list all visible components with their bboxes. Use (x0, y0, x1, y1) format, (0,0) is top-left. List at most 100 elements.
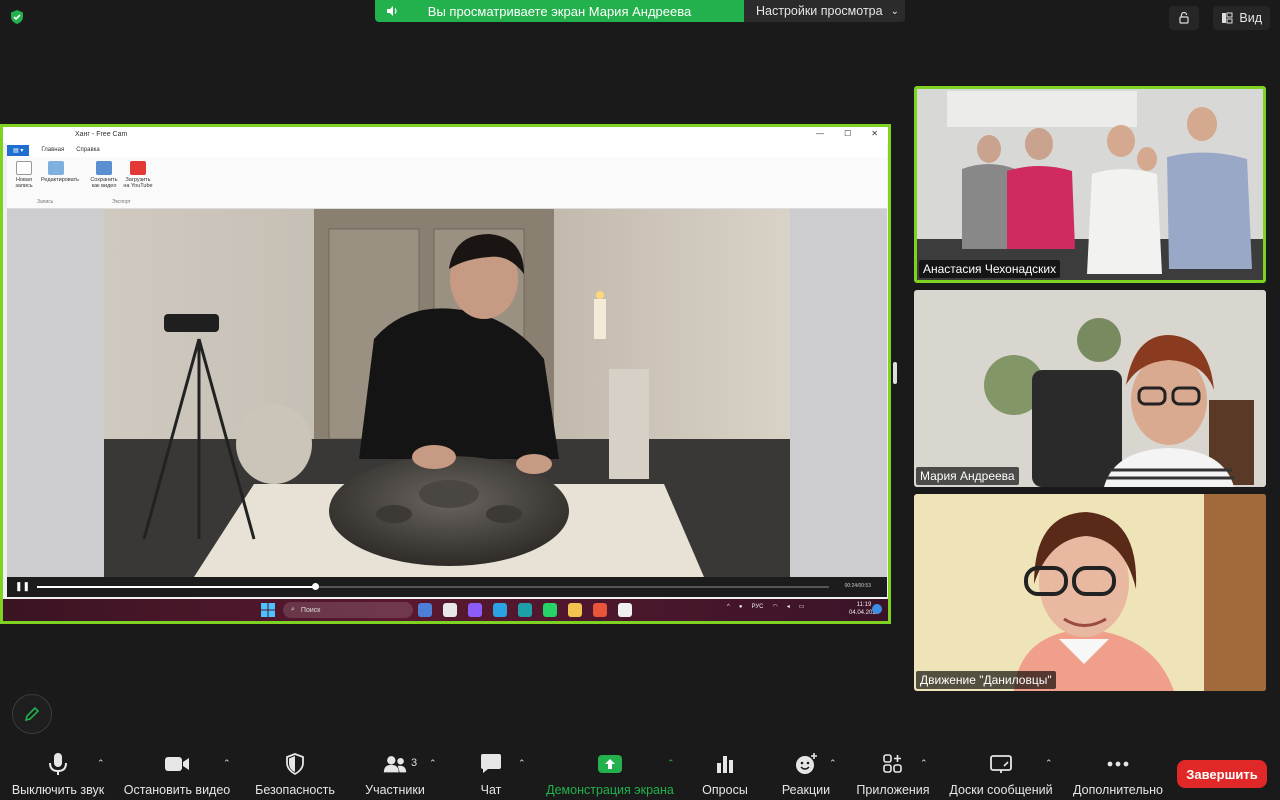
view-options-dropdown[interactable]: Настройки просмотра ⌄ (744, 0, 905, 22)
polls-button[interactable]: Опросы (694, 746, 756, 800)
participants-label: Участники (365, 783, 425, 797)
app-icon[interactable] (468, 603, 482, 617)
telegram-icon[interactable] (493, 603, 507, 617)
polls-icon (717, 756, 733, 773)
participant-name: Движение "Даниловцы" (916, 671, 1056, 689)
edge-icon[interactable] (518, 603, 532, 617)
grid-view-icon (1222, 12, 1233, 24)
more-button[interactable]: Дополнительно (1068, 746, 1168, 800)
view-button-label: Вид (1239, 11, 1262, 25)
shared-screen[interactable]: Ханг - Free Cam — ☐ ✕ ▤ ▾ Главная Справк… (0, 124, 891, 624)
meeting-toolbar: Выключить звук ⌃ Остановить видео ⌃ Безо… (0, 746, 1280, 800)
apps-label: Приложения (856, 783, 930, 797)
view-button[interactable]: Вид (1213, 6, 1270, 30)
video-preview[interactable] (7, 209, 887, 577)
player-time: 00:24/00:53 (844, 583, 871, 589)
immersive-view-button[interactable] (1169, 6, 1200, 30)
seek-handle[interactable] (312, 583, 319, 590)
stop-video-button[interactable]: Остановить видео (122, 746, 232, 800)
save-as-video-button[interactable]: Сохранить как видео (89, 161, 119, 189)
chevron-up-icon[interactable]: ⌃ (518, 758, 526, 769)
stop-video-label: Остановить видео (123, 783, 231, 797)
reactions-button[interactable]: Реакции (776, 746, 836, 800)
whiteboards-button[interactable]: Доски сообщений (944, 746, 1058, 800)
handpan-video-frame (104, 209, 790, 577)
search-icon: ⌕ (291, 606, 295, 613)
maximize-icon[interactable]: ☐ (844, 129, 851, 138)
share-status: Вы просматриваете экран Мария Андреева (375, 0, 744, 22)
folder-icon[interactable] (568, 603, 582, 617)
yandex-icon[interactable] (443, 603, 457, 617)
chevron-up-icon[interactable]: ⌃ (429, 758, 437, 769)
window-titlebar: Ханг - Free Cam — ☐ ✕ (3, 127, 888, 143)
shield-icon (286, 753, 304, 775)
app-icon[interactable] (418, 603, 432, 617)
whatsapp-icon[interactable] (543, 603, 557, 617)
chevron-up-icon[interactable]: ⌃ (920, 758, 928, 769)
chevron-up-icon[interactable]: ⌃ (97, 758, 105, 769)
chevron-up-icon[interactable]: ⌃ (223, 758, 231, 769)
participant-tile[interactable]: Анастасия Чехонадских (914, 86, 1266, 283)
windows-start-icon[interactable] (261, 603, 275, 617)
wifi-icon[interactable]: ◠ (772, 603, 777, 610)
chevron-up-icon[interactable]: ⌃ (1045, 758, 1053, 769)
apps-icon (883, 754, 902, 773)
participants-icon (383, 756, 407, 773)
app-icon[interactable] (593, 603, 607, 617)
file-menu-icon[interactable]: ▤ ▾ (7, 144, 30, 156)
smiley-icon (796, 753, 817, 774)
close-icon[interactable]: ✕ (871, 129, 878, 138)
share-screen-button[interactable]: Демонстрация экрана (540, 746, 680, 800)
security-button[interactable]: Безопасность (250, 746, 340, 800)
apps-button[interactable]: Приложения (850, 746, 936, 800)
save-video-icon (96, 161, 112, 175)
more-dots-icon (1107, 761, 1129, 767)
whiteboards-label: Доски сообщений (949, 783, 1053, 797)
annotate-button[interactable] (12, 694, 52, 734)
battery-icon[interactable]: ▭ (799, 603, 805, 610)
language-indicator[interactable]: РУС (751, 604, 763, 610)
chevron-up-icon[interactable]: ⌃ (829, 758, 837, 769)
player-controls: ❚❚ 00:24/00:53 (7, 577, 887, 597)
chevron-up-icon[interactable]: ^ (727, 604, 730, 610)
window-title: Ханг - Free Cam (75, 131, 128, 138)
polls-label: Опросы (702, 783, 748, 797)
edit-icon (48, 161, 64, 175)
video-camera-icon (165, 757, 189, 771)
participant-tile[interactable]: Движение "Даниловцы" (914, 494, 1266, 691)
share-screen-icon (598, 755, 622, 773)
participant-video (914, 494, 1266, 691)
upload-youtube-button[interactable]: Загрузить на YouTube (123, 161, 153, 189)
minimize-icon[interactable]: — (816, 129, 824, 138)
ribbon-tab-home[interactable]: Главная (41, 147, 64, 153)
participant-name: Анастасия Чехонадских (919, 260, 1061, 278)
chat-label: Чат (480, 783, 502, 797)
chevron-down-icon: ⌄ (890, 5, 899, 17)
split-drag-handle[interactable] (893, 362, 897, 384)
lock-icon (1179, 11, 1189, 24)
edit-button[interactable]: Редактировать (41, 161, 79, 183)
shield-check-icon[interactable] (9, 9, 25, 25)
microphone-icon[interactable]: ● (739, 604, 743, 610)
record-icon (16, 161, 32, 175)
share-banner-text: Вы просматриваете экран Мария Андреева (427, 4, 692, 19)
notepad-icon[interactable] (618, 603, 632, 617)
windows-taskbar: ⌕ Поиск ^ ● РУС ◠ ◂ ▭ 11:19 04.04.2023 (3, 599, 888, 621)
chevron-up-icon[interactable]: ⌃ (667, 758, 675, 769)
notification-icon[interactable] (872, 604, 882, 614)
ribbon-group-export: Экспорт (112, 199, 131, 205)
pencil-icon (24, 706, 40, 722)
new-recording-button[interactable]: Новая запись (9, 161, 39, 189)
pause-icon[interactable]: ❚❚ (15, 581, 30, 592)
taskbar-search[interactable]: ⌕ Поиск (283, 602, 413, 618)
participant-tile[interactable]: Мария Андреева (914, 290, 1266, 487)
ribbon-tab-help[interactable]: Справка (76, 147, 100, 153)
chat-button[interactable]: Чат (466, 746, 516, 800)
mute-button[interactable]: Выключить звук (8, 746, 108, 800)
volume-icon[interactable]: ◂ (787, 603, 790, 610)
view-options-label: Настройки просмотра (756, 4, 883, 18)
end-meeting-button[interactable]: Завершить (1177, 760, 1267, 788)
ribbon-group-record: Запись (37, 199, 54, 205)
participants-button[interactable]: Участники (352, 746, 438, 800)
whiteboard-icon (990, 755, 1012, 773)
